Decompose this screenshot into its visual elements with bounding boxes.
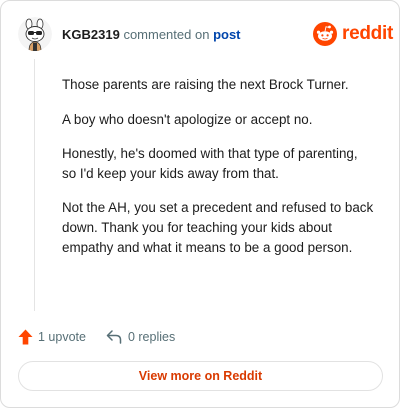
comment-paragraph: Those parents are raising the next Brock…	[62, 77, 349, 92]
comment-paragraph: A boy who doesn't apologize or accept no…	[62, 111, 313, 127]
upvote-count: 1 upvote	[38, 330, 86, 344]
comment-embed-card: KGB2319 commented on post reddit Those p…	[0, 0, 400, 408]
reddit-logo-icon	[313, 22, 337, 46]
comment-paragraph: Not the AH, you set a precedent and refu…	[62, 200, 374, 255]
commented-on-text: commented on	[123, 27, 210, 42]
thread-line	[34, 59, 35, 311]
avatar[interactable]	[18, 17, 52, 51]
comment-body: Those parents are raising the next Brock…	[62, 75, 374, 272]
reddit-logo[interactable]: reddit	[313, 21, 393, 47]
username-link[interactable]: KGB2319	[62, 27, 120, 42]
reddit-wordmark: reddit	[342, 23, 393, 44]
upvote-arrow-icon	[18, 329, 33, 345]
upvote-button[interactable]: 1 upvote	[18, 329, 86, 345]
snoo-avatar-icon	[18, 17, 52, 51]
comment-header: KGB2319 commented on post	[62, 27, 241, 43]
view-more-button[interactable]: View more on Reddit	[18, 361, 383, 391]
comment-paragraph: Honestly, he's doomed with that type of …	[62, 146, 358, 181]
post-link[interactable]: post	[213, 27, 240, 42]
reply-button[interactable]: 0 replies	[106, 330, 175, 344]
comment-actions: 1 upvote 0 replies	[18, 327, 175, 347]
reply-count: 0 replies	[127, 330, 176, 344]
reply-arrow-icon	[106, 330, 122, 344]
